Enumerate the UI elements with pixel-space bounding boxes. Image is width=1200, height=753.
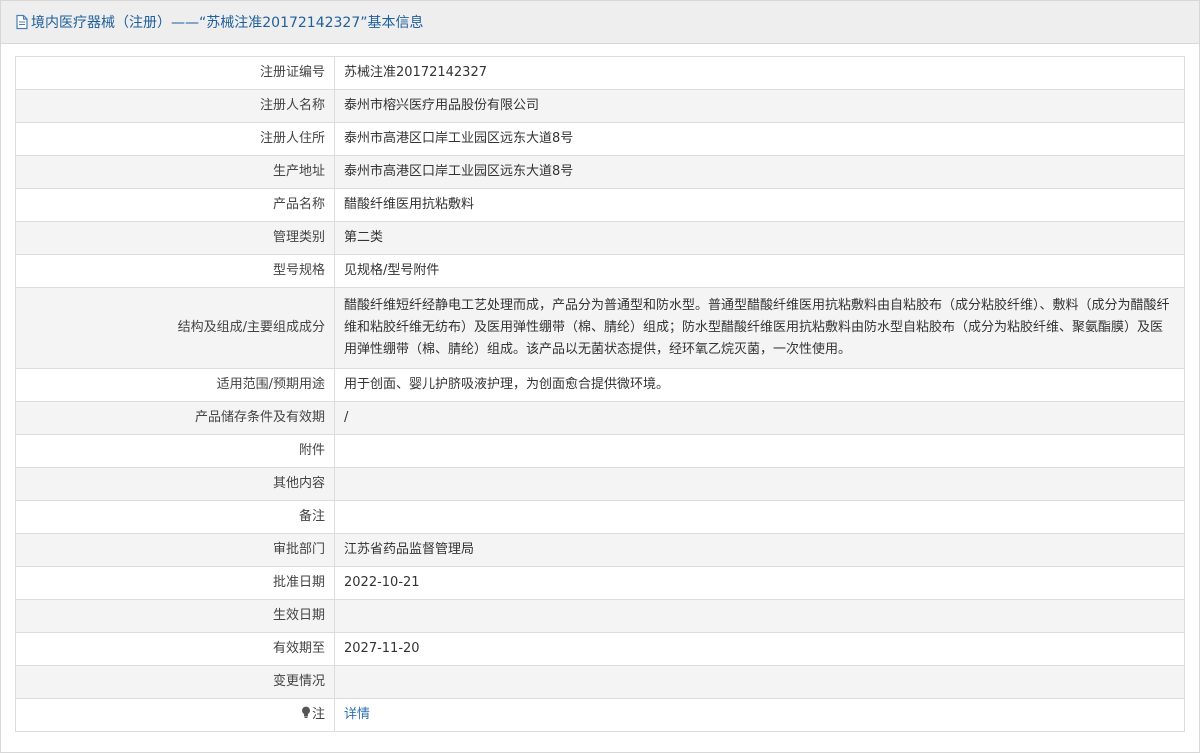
row-label: 备注 [15, 500, 335, 534]
row-label: 有效期至 [15, 632, 335, 666]
row-label: 变更情况 [15, 665, 335, 699]
row-value: 江苏省药品监督管理局 [334, 533, 1185, 567]
row-label: 审批部门 [15, 533, 335, 567]
row-label: 生产地址 [15, 155, 335, 189]
row-value: 用于创面、婴儿护脐吸液护理，为创面愈合提供微环境。 [334, 368, 1185, 402]
info-table-wrapper: 注册证编号 苏械注准20172142327 注册人名称 泰州市榕兴医疗用品股份有… [15, 56, 1185, 732]
row-value: 2027-11-20 [334, 632, 1185, 666]
info-panel: 境内医疗器械（注册）——“苏械注准20172142327”基本信息 注册证编号 … [0, 0, 1200, 753]
row-label: 产品储存条件及有效期 [15, 401, 335, 435]
row-value: / [334, 401, 1185, 435]
row-value: 醋酸纤维短纤经静电工艺处理而成，产品分为普通型和防水型。普通型醋酸纤维医用抗粘敷… [334, 287, 1185, 369]
row-value: 第二类 [334, 221, 1185, 255]
table-row: 生效日期 [15, 599, 1185, 633]
row-label: 注册证编号 [15, 56, 335, 90]
row-value: 2022-10-21 [334, 566, 1185, 600]
row-value [334, 500, 1185, 534]
details-link[interactable]: 详情 [344, 707, 370, 722]
table-row: 管理类别 第二类 [15, 221, 1185, 255]
table-row: 型号规格 见规格/型号附件 [15, 254, 1185, 288]
note-row: 注 详情 [15, 698, 1185, 732]
page-title: 境内医疗器械（注册）——“苏械注准20172142327”基本信息 [31, 15, 424, 31]
table-row: 变更情况 [15, 665, 1185, 699]
row-value: 泰州市高港区口岸工业园区远东大道8号 [334, 122, 1185, 156]
row-value: 苏械注准20172142327 [334, 56, 1185, 90]
row-label: 注册人住所 [15, 122, 335, 156]
row-label: 其他内容 [15, 467, 335, 501]
table-row: 注册人住所 泰州市高港区口岸工业园区远东大道8号 [15, 122, 1185, 156]
table-row: 生产地址 泰州市高港区口岸工业园区远东大道8号 [15, 155, 1185, 189]
row-value: 见规格/型号附件 [334, 254, 1185, 288]
row-label: 产品名称 [15, 188, 335, 222]
row-value [334, 467, 1185, 501]
lightbulb-icon [301, 705, 311, 718]
row-label: 适用范围/预期用途 [15, 368, 335, 402]
row-label: 结构及组成/主要组成成分 [15, 287, 335, 369]
table-row: 有效期至 2027-11-20 [15, 632, 1185, 666]
row-value: 醋酸纤维医用抗粘敷料 [334, 188, 1185, 222]
info-table: 注册证编号 苏械注准20172142327 注册人名称 泰州市榕兴医疗用品股份有… [15, 56, 1185, 732]
note-value-cell: 详情 [334, 698, 1185, 732]
row-label: 批准日期 [15, 566, 335, 600]
row-label: 管理类别 [15, 221, 335, 255]
row-value [334, 665, 1185, 699]
row-label: 型号规格 [15, 254, 335, 288]
table-row: 产品名称 醋酸纤维医用抗粘敷料 [15, 188, 1185, 222]
row-value: 泰州市榕兴医疗用品股份有限公司 [334, 89, 1185, 123]
row-value [334, 599, 1185, 633]
panel-header: 境内医疗器械（注册）——“苏械注准20172142327”基本信息 [1, 1, 1199, 44]
table-row: 批准日期 2022-10-21 [15, 566, 1185, 600]
table-row: 审批部门 江苏省药品监督管理局 [15, 533, 1185, 567]
table-row: 备注 [15, 500, 1185, 534]
row-value: 泰州市高港区口岸工业园区远东大道8号 [334, 155, 1185, 189]
row-label: 注册人名称 [15, 89, 335, 123]
table-row: 结构及组成/主要组成成分 醋酸纤维短纤经静电工艺处理而成，产品分为普通型和防水型… [15, 287, 1185, 369]
note-label: 注 [311, 707, 325, 722]
document-icon [15, 14, 29, 30]
row-value [334, 434, 1185, 468]
table-row: 注册人名称 泰州市榕兴医疗用品股份有限公司 [15, 89, 1185, 123]
table-row: 附件 [15, 434, 1185, 468]
table-row: 产品储存条件及有效期 / [15, 401, 1185, 435]
table-row: 适用范围/预期用途 用于创面、婴儿护脐吸液护理，为创面愈合提供微环境。 [15, 368, 1185, 402]
row-label: 附件 [15, 434, 335, 468]
row-label: 生效日期 [15, 599, 335, 633]
table-row: 注册证编号 苏械注准20172142327 [15, 56, 1185, 90]
note-label-cell: 注 [15, 698, 335, 732]
table-row: 其他内容 [15, 467, 1185, 501]
